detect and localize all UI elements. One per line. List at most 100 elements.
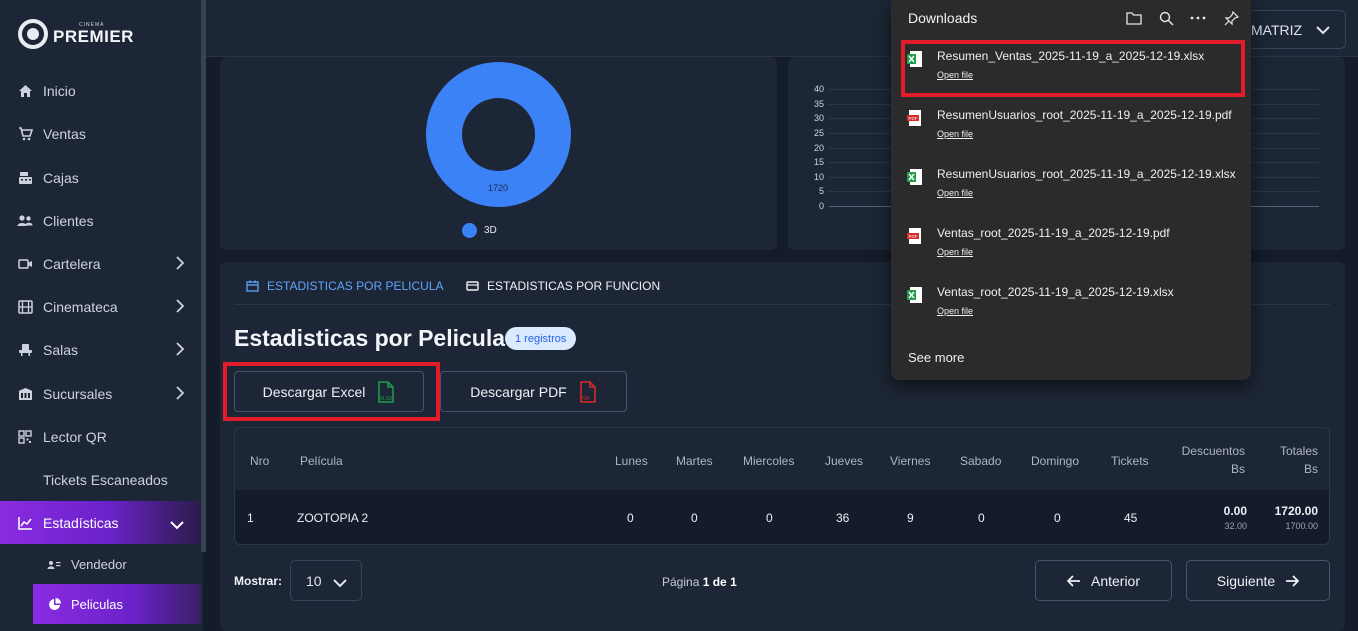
tab-label: ESTADISTICAS POR PELICULA <box>267 279 444 293</box>
arrow-left-icon <box>1066 574 1081 587</box>
cash-register-icon <box>17 170 33 186</box>
logo-mark-icon <box>18 19 48 49</box>
previous-page-button[interactable]: Anterior <box>1035 560 1172 601</box>
download-item[interactable]: Ventas_root_2025-11-19_a_2025-12-19.xlsx… <box>891 275 1251 334</box>
page-info: 1 de 1 <box>702 575 737 589</box>
col-pelicula: Película <box>300 454 343 468</box>
cell-tickets: 45 <box>1124 511 1138 525</box>
col-martes: Martes <box>676 454 713 468</box>
chevron-down-icon <box>333 575 347 591</box>
pin-icon[interactable] <box>1222 9 1240 27</box>
sidebar-item-cajas[interactable]: Cajas <box>0 156 201 199</box>
stats-table: Nro Película Lunes Martes Miercoles Juev… <box>234 427 1330 545</box>
cell-jueves: 36 <box>836 511 850 525</box>
per-page-select[interactable]: 10 <box>290 560 362 601</box>
download-pdf-label: Descargar PDF <box>470 383 567 400</box>
sidebar-item-cinemateca[interactable]: Cinemateca <box>0 285 201 328</box>
records-badge: 1 registros <box>505 327 577 350</box>
cell-nro: 1 <box>247 511 254 525</box>
tab-estadisticas-por-pelicula[interactable]: ESTADISTICAS POR PELICULA <box>246 279 444 293</box>
col-jueves: Jueves <box>825 454 864 468</box>
sidebar-subitem-vendedor[interactable]: Vendedor <box>33 544 201 584</box>
brand-logo[interactable]: CINEMA PREMIER <box>18 17 134 51</box>
pdf-file-icon: PDF <box>907 227 923 250</box>
sidebar-item-estadisticas[interactable]: Estadísticas <box>0 501 201 544</box>
open-file-link[interactable]: Open file <box>937 129 973 139</box>
legend-swatch[interactable] <box>462 223 477 238</box>
tab-estadisticas-por-funcion[interactable]: ESTADISTICAS POR FUNCION <box>466 279 660 293</box>
pdf-icon-text: PDF <box>580 396 590 402</box>
y-tick-label: 20 <box>813 142 824 153</box>
cell-descuentos: 0.00 <box>1223 504 1247 518</box>
cell-lunes: 0 <box>627 511 634 525</box>
see-more-link[interactable]: See more <box>908 350 964 365</box>
previous-page-label: Anterior <box>1090 572 1141 589</box>
tab-label: ESTADISTICAS POR FUNCION <box>487 279 661 293</box>
sidebar-subitem-label: Vendedor <box>71 556 127 572</box>
y-tick-label: 40 <box>813 84 824 94</box>
download-filename: Ventas_root_2025-11-19_a_2025-12-19.xlsx <box>937 285 1174 299</box>
more-options-icon[interactable] <box>1189 9 1207 27</box>
download-item[interactable]: PDF Ventas_root_2025-11-19_a_2025-12-19.… <box>891 216 1251 275</box>
film-camera-icon <box>17 256 33 272</box>
cart-icon <box>17 126 33 142</box>
sidebar-item-label: Salas <box>43 341 79 358</box>
download-pdf-button[interactable]: Descargar PDF PDF <box>440 371 627 412</box>
calendar-icon <box>246 280 259 292</box>
download-filename: ResumenUsuarios_root_2025-11-19_a_2025-1… <box>937 167 1236 181</box>
col-tickets: Tickets <box>1111 454 1149 468</box>
chevron-right-icon <box>175 386 185 403</box>
cell-viernes: 9 <box>907 511 914 525</box>
sidebar-item-label: Ventas <box>43 125 86 142</box>
cell-domingo: 0 <box>1054 511 1061 525</box>
sidebar-item-clientes[interactable]: Clientes <box>0 199 201 242</box>
sidebar-item-salas[interactable]: Salas <box>0 328 201 371</box>
sidebar-item-label: Inicio <box>43 82 76 99</box>
download-item-highlight <box>901 40 1245 97</box>
sidebar-item-label: Cinemateca <box>43 298 118 315</box>
download-item[interactable]: PDF ResumenUsuarios_root_2025-11-19_a_20… <box>891 98 1251 157</box>
sidebar-item-label: Estadísticas <box>43 514 119 531</box>
pdf-file-icon: PDF <box>579 380 597 403</box>
arrow-right-icon <box>1285 574 1300 587</box>
cell-totales-sub: 1700.00 <box>1285 521 1318 531</box>
excel-file-icon <box>907 168 923 191</box>
open-file-link[interactable]: Open file <box>937 188 973 198</box>
chevron-down-icon <box>1315 22 1331 41</box>
cell-miercoles: 0 <box>766 511 773 525</box>
open-file-link[interactable]: Open file <box>937 247 973 257</box>
sidebar-scrollbar[interactable] <box>201 0 206 552</box>
download-filename: Ventas_root_2025-11-19_a_2025-12-19.pdf <box>937 226 1170 240</box>
id-card-icon <box>47 557 61 571</box>
sidebar-item-ventas[interactable]: Ventas <box>0 112 201 155</box>
sidebar-item-lector-qr[interactable]: Lector QR <box>0 415 201 458</box>
sidebar-item-inicio[interactable]: Inicio <box>0 69 201 112</box>
page-prefix: Página <box>662 575 700 589</box>
ticket-icon <box>17 472 33 488</box>
sidebar-item-sucursales[interactable]: Sucursales <box>0 372 201 415</box>
cell-sabado: 0 <box>978 511 985 525</box>
pdf-file-icon: PDF <box>907 109 923 132</box>
next-page-button[interactable]: Siguiente <box>1186 560 1330 601</box>
legend-label: 3D <box>484 225 497 236</box>
col-sabado: Sabado <box>960 454 1002 468</box>
col-miercoles: Miercoles <box>743 454 795 468</box>
next-page-label: Siguiente <box>1216 572 1276 589</box>
download-item[interactable]: ResumenUsuarios_root_2025-11-19_a_2025-1… <box>891 157 1251 216</box>
home-icon <box>17 83 33 99</box>
search-icon[interactable] <box>1157 9 1175 27</box>
sidebar-item-label: Cartelera <box>43 255 101 272</box>
col-totales-unit: Bs <box>1303 462 1318 476</box>
chevron-right-icon <box>175 342 185 359</box>
logo-name: PREMIER <box>53 27 134 46</box>
sidebar-item-tickets-escaneados[interactable]: Tickets Escaneados <box>0 458 201 501</box>
col-viernes: Viernes <box>890 454 931 468</box>
sidebar-item-cartelera[interactable]: Cartelera <box>0 242 201 285</box>
excel-button-highlight <box>223 362 440 421</box>
folder-icon[interactable] <box>1125 9 1143 27</box>
sidebar-subitem-peliculas[interactable]: Peliculas <box>33 584 201 624</box>
open-file-link[interactable]: Open file <box>937 306 973 316</box>
cell-martes: 0 <box>691 511 698 525</box>
chevron-right-icon <box>175 299 185 316</box>
y-tick-label: 30 <box>813 113 824 124</box>
